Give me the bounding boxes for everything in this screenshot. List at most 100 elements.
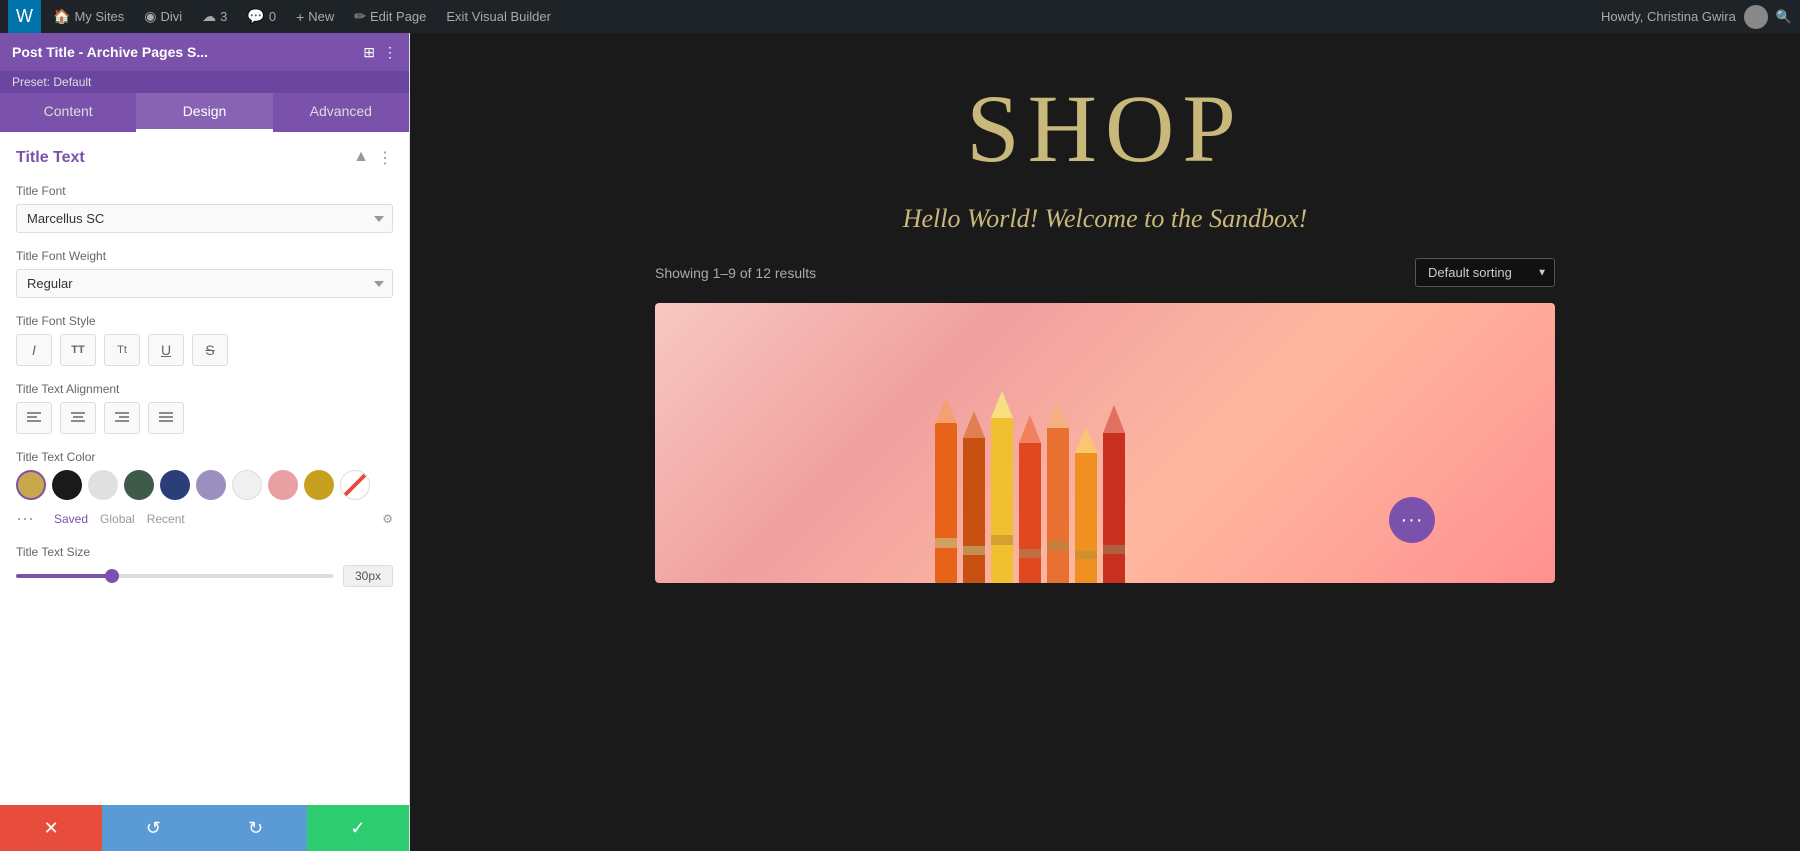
section-more-icon[interactable]: ⋮ [377,148,393,168]
panel-header: Post Title - Archive Pages S... ⊞ ⋮ [0,33,409,71]
search-icon[interactable]: 🔍 [1776,9,1792,25]
color-tab-global[interactable]: Global [100,512,135,526]
divi-menu[interactable]: ◉ Divi [136,0,190,33]
fab-dots-icon: ··· [1401,509,1424,532]
italic-button[interactable]: I [16,334,52,366]
maximize-icon[interactable]: ⊞ [363,44,375,61]
save-icon: ✓ [350,818,365,839]
color-swatch-white[interactable] [88,470,118,500]
admin-bar-right: Howdy, Christina Gwira 🔍 [1601,5,1792,29]
title-font-weight-field: Title Font Weight Regular Bold Light Med… [16,249,393,298]
title-text-alignment-label: Title Text Alignment [16,382,393,396]
new-label: New [308,9,334,24]
align-right-button[interactable] [104,402,140,434]
size-input[interactable]: 30px [343,565,393,587]
tab-advanced[interactable]: Advanced [273,93,409,132]
title-font-style-field: Title Font Style I TT Tt U S [16,314,393,366]
tab-design[interactable]: Design [136,93,272,132]
results-row: Showing 1–9 of 12 results Default sortin… [655,258,1555,287]
admin-bar-left: W 🏠 My Sites ◉ Divi ☁ 3 💬 0 + New ✏ Edit… [8,0,1601,33]
title-font-style-label: Title Font Style [16,314,393,328]
align-center-button[interactable] [60,402,96,434]
align-left-button[interactable] [16,402,52,434]
color-swatch-gold[interactable] [16,470,46,500]
color-tabs-row: ··· Saved Global Recent ⚙ [16,508,393,529]
wp-admin-bar: W 🏠 My Sites ◉ Divi ☁ 3 💬 0 + New ✏ Edit… [0,0,1800,33]
title-font-weight-select[interactable]: Regular Bold Light Medium [16,269,393,298]
edit-page-label: Edit Page [370,9,426,24]
color-tab-recent[interactable]: Recent [147,512,185,526]
panel-more-icon[interactable]: ⋮ [383,44,397,61]
edit-page-menu[interactable]: ✏ Edit Page [346,0,434,33]
title-font-label: Title Font [16,184,393,198]
redo-icon: ↻ [248,818,263,839]
alignment-buttons [16,402,393,434]
color-swatch-dark-blue[interactable] [160,470,190,500]
align-justify-button[interactable] [148,402,184,434]
title-font-field: Title Font Marcellus SC Arial Georgia Ti… [16,184,393,233]
size-slider-track[interactable] [16,574,333,578]
section-header: Title Text ▲ ⋮ [16,148,393,168]
size-slider-thumb[interactable] [105,569,119,583]
underline-button[interactable]: U [148,334,184,366]
fab-button[interactable]: ··· [1389,497,1435,543]
color-settings-icon[interactable]: ⚙ [382,512,393,526]
section-title: Title Text [16,149,85,167]
title-font-select[interactable]: Marcellus SC Arial Georgia Times New Rom… [16,204,393,233]
preset-label: Preset: Default [12,75,91,89]
title-text-color-field: Title Text Color ··· Saved Global [16,450,393,529]
cancel-icon: ✕ [44,818,59,839]
uppercase-button[interactable]: TT [60,334,96,366]
panel-content: Title Text ▲ ⋮ Title Font Marcellus SC A… [0,132,409,805]
home-icon: 🏠 [53,8,70,25]
sorting-wrapper: Default sorting Sort by popularity Sort … [1415,258,1555,287]
shop-subtitle: Hello World! Welcome to the Sandbox! [903,204,1308,234]
undo-icon: ↺ [146,818,161,839]
cloud-count: 3 [220,9,227,24]
color-more-button[interactable]: ··· [16,508,34,529]
title-font-weight-label: Title Font Weight [16,249,393,263]
panel-tabs: Content Design Advanced [0,93,409,132]
color-swatch-lavender[interactable] [196,470,226,500]
panel-header-icons: ⊞ ⋮ [363,44,397,61]
sorting-select[interactable]: Default sorting Sort by popularity Sort … [1415,258,1555,287]
color-swatch-dark-green[interactable] [124,470,154,500]
left-panel: Post Title - Archive Pages S... ⊞ ⋮ Pres… [0,33,410,851]
strikethrough-button[interactable]: S [192,334,228,366]
undo-button[interactable]: ↺ [102,805,204,851]
wp-logo[interactable]: W [8,0,41,33]
color-swatch-black[interactable] [52,470,82,500]
color-swatch-pink[interactable] [268,470,298,500]
tab-content[interactable]: Content [0,93,136,132]
cloud-menu[interactable]: ☁ 3 [194,0,235,33]
pencils-illustration [905,383,1305,583]
color-swatches [16,470,393,500]
panel-title: Post Title - Archive Pages S... [12,44,208,60]
color-tab-saved[interactable]: Saved [54,512,88,526]
title-text-size-field: Title Text Size 30px [16,545,393,587]
color-swatch-light[interactable] [232,470,262,500]
color-swatch-clear[interactable] [340,470,370,500]
divi-icon: ◉ [144,8,156,25]
font-style-buttons: I TT Tt U S [16,334,393,366]
preset-bar[interactable]: Preset: Default [0,71,409,93]
exit-visual-builder-menu[interactable]: Exit Visual Builder [438,0,559,33]
redo-button[interactable]: ↻ [205,805,307,851]
results-text: Showing 1–9 of 12 results [655,265,816,281]
cancel-button[interactable]: ✕ [0,805,102,851]
capitalize-button[interactable]: Tt [104,334,140,366]
color-swatch-gold2[interactable] [304,470,334,500]
save-button[interactable]: ✓ [307,805,409,851]
slider-row: 30px [16,565,393,587]
plus-icon: + [296,9,304,25]
preview-area: SHOP Hello World! Welcome to the Sandbox… [410,33,1800,851]
collapse-icon[interactable]: ▲ [353,148,369,168]
title-text-size-label: Title Text Size [16,545,393,559]
title-text-alignment-field: Title Text Alignment [16,382,393,434]
main-area: Post Title - Archive Pages S... ⊞ ⋮ Pres… [0,33,1800,851]
tab-content-label: Content [44,103,93,119]
avatar [1744,5,1768,29]
comments-menu[interactable]: 💬 0 [239,0,284,33]
new-menu[interactable]: + New [288,0,342,33]
my-sites-menu[interactable]: 🏠 My Sites [45,0,132,33]
